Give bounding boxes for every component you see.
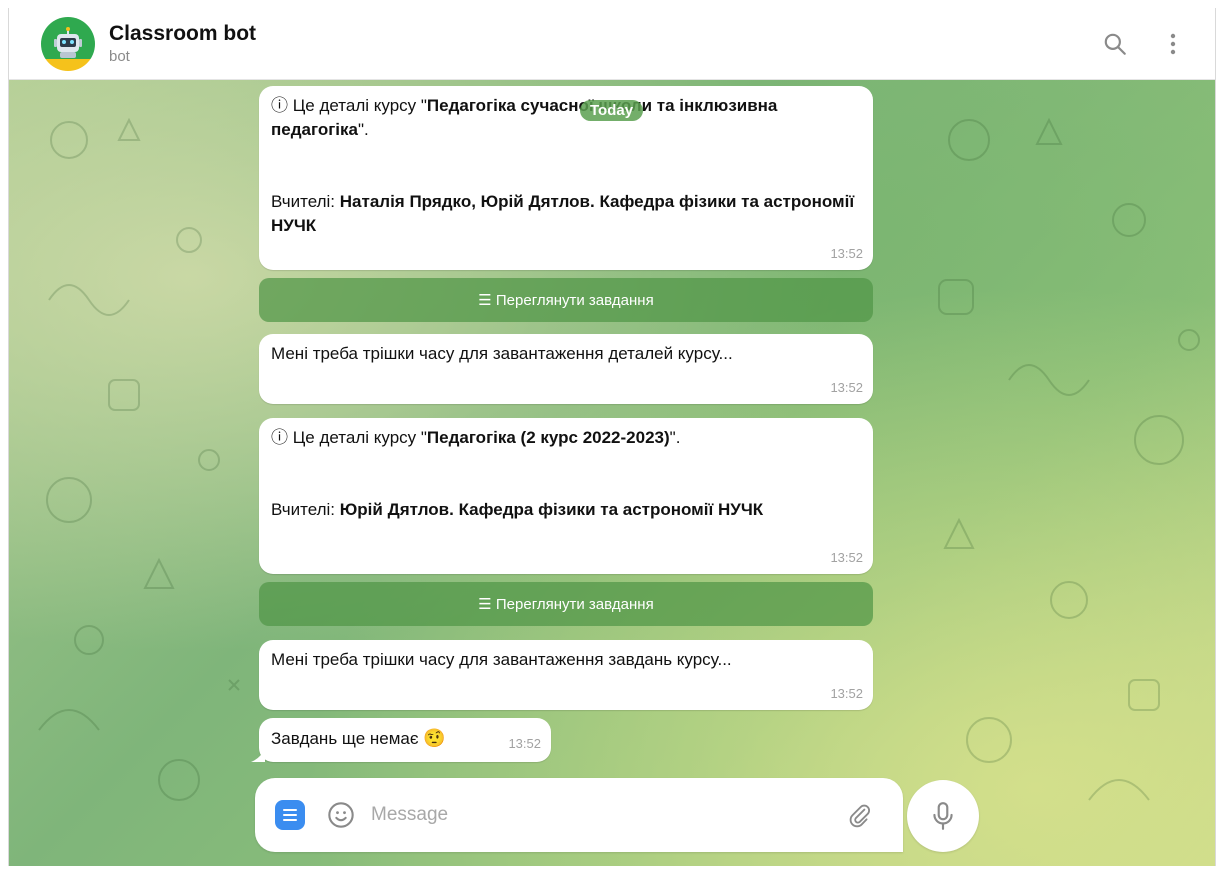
teachers-line: Вчителі: Наталія Прядко, Юрій Дятлов. Ка… — [271, 192, 855, 235]
message-text: Мені треба трішки часу для завантаження … — [271, 344, 733, 363]
message-text: ⓘ Це деталі курсу "Педагогіка сучасної ш… — [271, 96, 778, 139]
robot-avatar-icon — [54, 26, 82, 58]
date-badge: Today — [580, 100, 644, 121]
search-icon — [1104, 33, 1126, 55]
paperclip-icon — [849, 804, 871, 828]
bubble-tail — [251, 748, 265, 762]
microphone-icon — [933, 802, 953, 830]
message-input[interactable] — [371, 804, 811, 826]
message-composer — [255, 778, 903, 852]
attach-button[interactable] — [843, 799, 875, 831]
message-time: 13:52 — [830, 380, 863, 395]
message-text: Завдань ще немає — [271, 729, 419, 748]
emoji-icon: 🤨 — [423, 728, 446, 748]
message-bubble: ⓘ Це деталі курсу "Педагогіка (2 курс 20… — [259, 418, 873, 574]
view-tasks-button[interactable]: ☰ Переглянути завдання — [259, 278, 873, 322]
message-time: 13:52 — [830, 550, 863, 565]
more-options-button[interactable] — [1153, 24, 1193, 64]
message-time: 13:52 — [830, 686, 863, 701]
bot-menu-button[interactable] — [275, 800, 305, 830]
teachers-names: Юрій Дятлов. Кафедра фізики та астрономі… — [339, 500, 764, 519]
bot-avatar[interactable] — [41, 16, 95, 71]
chat-subtitle: bot — [109, 47, 130, 65]
chat-title-block[interactable]: Classroom bot bot — [109, 21, 256, 67]
message-bubble: ⓘ Це деталі курсу "Педагогіка сучасної ш… — [259, 86, 873, 270]
more-vertical-icon — [1170, 33, 1176, 54]
teachers-line: Вчителі: Юрій Дятлов. Кафедра фізики та … — [271, 500, 764, 519]
chat-area[interactable]: Today ⓘ Це деталі курсу "Педагогіка суча… — [9, 80, 1215, 866]
search-button[interactable] — [1095, 24, 1135, 64]
message-text: Мені треба трішки часу для завантаження … — [271, 650, 732, 669]
chat-title: Classroom bot — [109, 21, 257, 45]
message-time: 13:52 — [508, 736, 541, 751]
course-name: Педагогіка (2 курс 2022-2023) — [426, 428, 670, 447]
message-bubble: Завдань ще немає 🤨 13:52 — [251, 718, 551, 762]
voice-record-button[interactable] — [907, 780, 979, 852]
emoji-button[interactable] — [325, 799, 357, 831]
message-bubble: Мені треба трішки часу для завантаження … — [259, 640, 873, 710]
emoji-icon — [328, 802, 354, 828]
message-bubble: Мені треба трішки часу для завантаження … — [259, 334, 873, 404]
header-actions — [1077, 24, 1193, 64]
view-tasks-button[interactable]: ☰ Переглянути завдання — [259, 582, 873, 626]
message-time: 13:52 — [830, 246, 863, 261]
telegram-window: Classroom bot bot Today ⓘ Це деталі курс… — [8, 8, 1216, 866]
message-text: ⓘ Це деталі курсу "Педагогіка (2 курс 20… — [271, 428, 681, 447]
chat-header: Classroom bot bot — [9, 8, 1215, 80]
teachers-names: Наталія Прядко, Юрій Дятлов. Кафедра фіз… — [271, 192, 855, 235]
menu-icon — [283, 809, 297, 821]
